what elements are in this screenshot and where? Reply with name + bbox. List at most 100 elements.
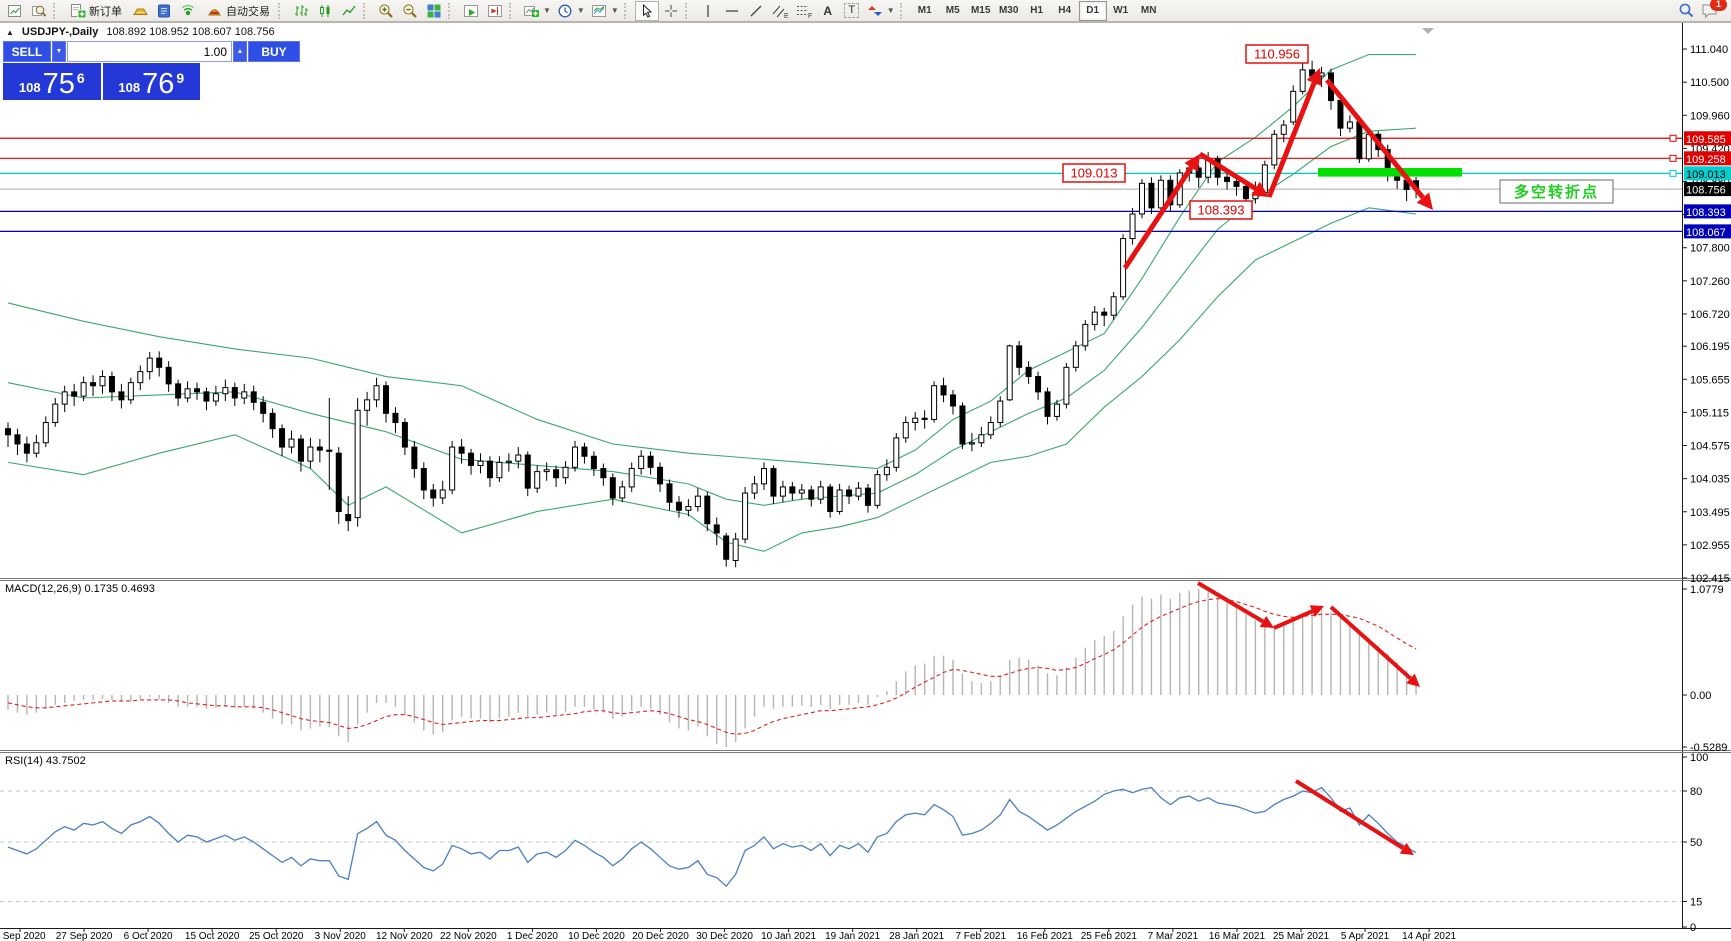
candle-body [968, 442, 975, 445]
candle-body [5, 428, 11, 436]
new-order-button[interactable]: 新订单 [64, 1, 128, 21]
metaeditor-button[interactable] [152, 1, 176, 21]
price-tag-109.013[interactable]: 109.013 [1062, 163, 1126, 183]
gold-button[interactable] [128, 1, 152, 21]
timeframe-h4[interactable]: H4 [1051, 1, 1079, 21]
price-tag-text: 110.956 [1254, 47, 1300, 62]
candle-body [864, 487, 871, 506]
new-chart-button[interactable] [3, 1, 27, 21]
chart-canvas[interactable]: 110.956 109.013 108.393 多空转折点 111.040 110.500… [0, 0, 1731, 941]
candle-body [940, 385, 947, 396]
label-tool-icon: T [844, 3, 860, 18]
candle-body [90, 382, 97, 387]
candle-body [1006, 345, 1013, 401]
dropdown-caret-icon: ▼ [886, 6, 895, 15]
buy-button[interactable]: BUY [248, 41, 300, 62]
candlestick-mode-button[interactable] [313, 1, 337, 21]
note-box[interactable]: 多空转折点 [1499, 179, 1614, 204]
new-order-icon [71, 3, 86, 18]
trendline-tool-button[interactable] [744, 1, 768, 21]
candle-body [146, 357, 153, 373]
green-zone-highlight[interactable] [1318, 168, 1462, 177]
timeframe-m30[interactable]: M30 [995, 1, 1023, 21]
fibonacci-tool-button[interactable]: F [792, 1, 816, 21]
arrows-tool-button[interactable]: ▼ [864, 1, 898, 21]
notifications-button[interactable]: 1 [1698, 0, 1727, 21]
candle-body [23, 443, 30, 454]
horizontal-line-tool-button[interactable] [720, 1, 744, 21]
zoom-in-button[interactable] [374, 1, 398, 21]
text-tool-button[interactable]: A [816, 1, 840, 21]
buy-price-display[interactable]: 108 76 9 [102, 63, 200, 100]
timeframe-d1[interactable]: D1 [1078, 0, 1107, 21]
volume-decrease-button[interactable]: ▼ [52, 41, 66, 62]
timeframe-mn[interactable]: MN [1135, 1, 1163, 21]
collapse-panel-icon[interactable]: ▲ [6, 28, 14, 37]
candle-body [279, 428, 286, 448]
auto-scroll-button[interactable] [459, 1, 483, 21]
date-tick-label: 10 Dec 2020 [568, 931, 625, 941]
date-tick-label: 25 Oct 2020 [249, 931, 304, 941]
search-button[interactable] [1674, 1, 1698, 21]
date-tick-label: 16 Mar 2021 [1209, 931, 1266, 941]
timeframe-m1[interactable]: M1 [911, 1, 939, 21]
svg-text:E: E [784, 13, 789, 19]
hline-handle[interactable] [1669, 134, 1677, 142]
candle-body [997, 400, 1004, 424]
timeframe-m15[interactable]: M15 [967, 1, 995, 21]
price-tick-label: 104.035 [1690, 474, 1730, 486]
hline-price-chip: 109.258 [1684, 151, 1731, 166]
indicators-button[interactable]: ▼ [520, 1, 554, 21]
date-tick-label: 25 Mar 2021 [1273, 931, 1330, 941]
new-chart-icon [8, 4, 21, 17]
crosshair-tool-button[interactable] [659, 1, 683, 21]
candle-body [1110, 296, 1117, 316]
tile-windows-button[interactable] [422, 1, 446, 21]
timeframe-h1[interactable]: H1 [1023, 1, 1051, 21]
dropdown-caret-icon: ▼ [543, 6, 551, 15]
price-tick-label: 107.260 [1690, 276, 1730, 288]
candle-body [42, 422, 49, 444]
profiles-button[interactable] [27, 1, 51, 21]
horizontal-line-icon [725, 9, 738, 12]
price-chip-text: 108.067 [1686, 227, 1726, 239]
fibonacci-icon: F [796, 5, 812, 19]
bar-chart-mode-button[interactable] [289, 1, 313, 21]
candle-body [1016, 345, 1023, 368]
candle-body [127, 382, 134, 401]
candle-body [1129, 213, 1136, 240]
hline-price-chip: 109.585 [1684, 131, 1731, 146]
candle-body [902, 422, 909, 439]
label-tool-button[interactable]: T [840, 1, 864, 21]
hline-handle[interactable] [1669, 154, 1677, 162]
price-tick-label: 107.800 [1690, 243, 1730, 255]
timeframe-m5[interactable]: M5 [939, 1, 967, 21]
candle-body [704, 495, 711, 525]
volume-input[interactable] [67, 41, 232, 62]
chart-shift-button[interactable] [483, 1, 507, 21]
volume-increase-button[interactable]: ▲ [233, 41, 247, 62]
autotrading-button[interactable]: 自动交易 [200, 1, 276, 21]
sell-price-display[interactable]: 108 75 6 [3, 63, 101, 100]
date-tick-label: 27 Sep 2020 [56, 931, 113, 941]
channel-tool-button[interactable]: E [768, 1, 792, 21]
candle-body [212, 393, 219, 402]
line-chart-mode-button[interactable] [337, 1, 361, 21]
candle-body [1233, 180, 1240, 187]
candle-body [345, 514, 352, 522]
symbol-ohlc: 108.892 108.952 108.607 108.756 [106, 26, 275, 38]
cursor-tool-button[interactable] [634, 0, 659, 21]
clock-icon [558, 4, 572, 17]
templates-button[interactable]: ▼ [588, 1, 622, 21]
hline-handle[interactable] [1669, 169, 1677, 177]
price-tag-108.393[interactable]: 108.393 [1189, 200, 1253, 220]
timeframe-w1[interactable]: W1 [1107, 1, 1135, 21]
signals-button[interactable] [176, 1, 200, 21]
vertical-line-tool-button[interactable] [696, 1, 720, 21]
sell-button[interactable]: SELL [3, 41, 51, 62]
price-tag-110.956[interactable]: 110.956 [1245, 44, 1309, 64]
zoom-out-button[interactable] [398, 1, 422, 21]
candle-body [307, 446, 314, 462]
periods-button[interactable]: ▼ [554, 1, 588, 21]
candle-body [1337, 100, 1344, 129]
